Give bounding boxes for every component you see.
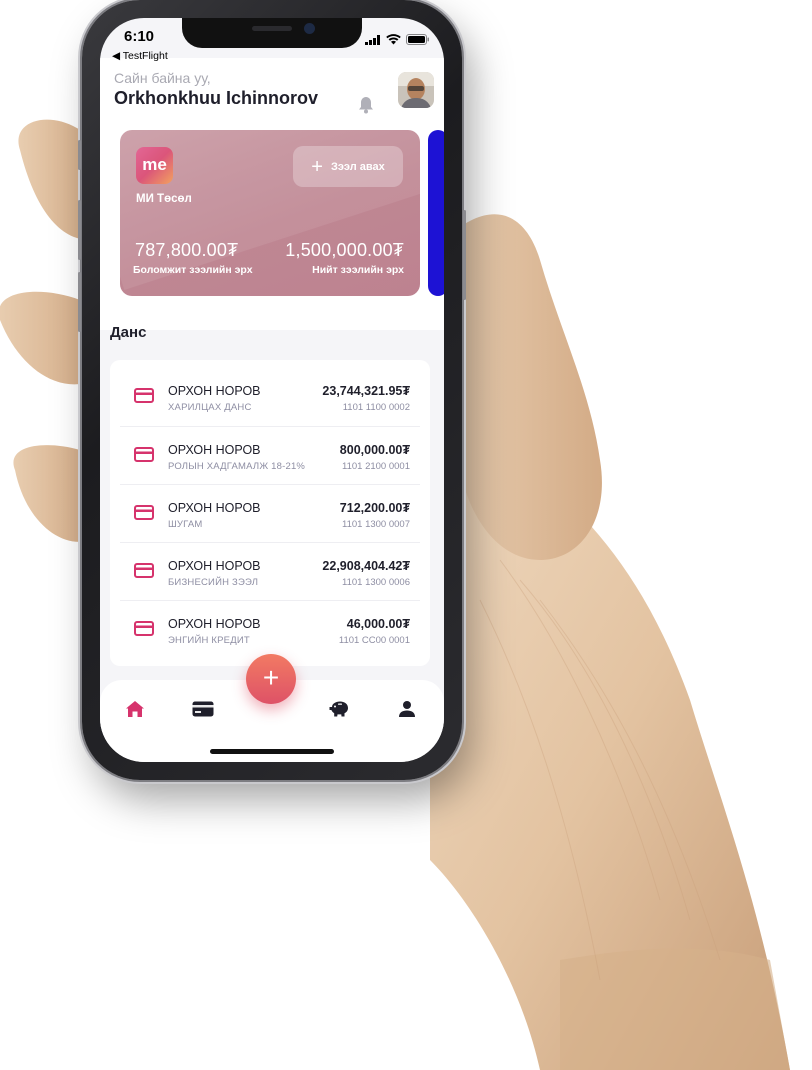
plus-icon: + [311,155,323,178]
apply-loan-button[interactable]: + Зээл авах [293,146,403,187]
signal-icon [365,34,380,45]
account-balance: 800,000.00₮ [339,443,410,457]
piggy-bank-icon [329,701,348,717]
cards-tab[interactable] [190,696,216,722]
account-row[interactable]: ОРХОН НОРОВ ЭНГИЙН КРЕДИТ 46,000.00₮ 110… [120,600,420,658]
home-tab[interactable] [122,696,148,722]
accounts-section-title: Данс [110,324,147,341]
credit-card-icon [134,505,154,525]
card-icon [192,701,214,717]
account-number: 1101 1300 0006 [342,577,410,588]
avatar[interactable] [398,72,434,108]
app-header: Сайн байна уу, Orkhonkhuu Ichinnorov [100,58,444,130]
account-balance: 46,000.00₮ [346,617,410,631]
account-number: 1101 2100 0001 [342,461,410,472]
phone-frame: Сайн байна уу, Orkhonkhuu Ichinnorov 6:1… [78,0,466,780]
account-balance: 22,908,404.42₮ [322,559,410,573]
battery-icon [406,34,429,45]
account-holder-name: ОРХОН НОРОВ [168,559,261,573]
total-loan-amount: 1,500,000.00₮ [285,240,404,260]
account-holder-name: ОРХОН НОРОВ [168,384,261,398]
volume-up-button [78,200,81,260]
account-type: РОЛЫН ХАДГАМАЛЖ 18-21% [168,461,306,472]
card-product-name: МИ Төсөл [136,193,192,205]
account-type: БИЗНЕСИЙН ЗЭЭЛ [168,577,259,588]
account-balance: 712,200.00₮ [339,501,410,515]
total-loan-label: Нийт зээлийн эрх [312,264,404,276]
profile-icon [399,701,415,717]
notification-bell-icon[interactable] [358,96,374,119]
account-type: ЭНГИЙН КРЕДИТ [168,635,250,646]
home-icon [126,701,144,717]
credit-card-icon [134,563,154,583]
profile-tab[interactable] [394,696,420,722]
user-name: Orkhonkhuu Ichinnorov [114,88,319,108]
wifi-icon [386,34,401,45]
account-number: 1101 1300 0007 [342,519,410,530]
loan-card[interactable]: me МИ Төсөл + Зээл авах 787,800.00₮ Боло… [120,130,420,296]
power-button [463,210,466,300]
mute-switch [78,140,81,170]
account-balance: 23,744,321.95₮ [322,384,410,398]
app-screen: Сайн байна уу, Orkhonkhuu Ichinnorov 6:1… [100,18,444,762]
account-row[interactable]: ОРХОН НОРОВ ШУГАМ 712,200.00₮ 1101 1300 … [120,484,420,542]
status-time: 6:10 [124,28,155,45]
account-row[interactable]: ОРХОН НОРОВ БИЗНЕСИЙН ЗЭЭЛ 22,908,404.42… [120,542,420,600]
credit-card-icon [134,388,154,408]
account-type: ХАРИЛЦАХ ДАНС [168,402,252,413]
cards-carousel[interactable]: me МИ Төсөл + Зээл авах 787,800.00₮ Боло… [100,130,444,330]
account-holder-name: ОРХОН НОРОВ [168,443,261,457]
apply-loan-label: Зээл авах [330,160,385,173]
accounts-list: ОРХОН НОРОВ ХАРИЛЦАХ ДАНС 23,744,321.95₮… [110,360,430,666]
available-loan-amount: 787,800.00₮ [135,240,239,260]
me-logo: me [136,147,173,184]
account-number: 1101 СС00 0001 [338,635,410,646]
greeting-text: Сайн байна уу, [114,70,211,86]
account-number: 1101 1100 0002 [342,402,410,413]
status-icons [365,34,430,45]
account-holder-name: ОРХОН НОРОВ [168,617,261,631]
account-holder-name: ОРХОН НОРОВ [168,501,261,515]
next-card-peek[interactable] [428,130,444,296]
testflight-back-link[interactable]: ◀ TestFlight [112,50,168,62]
notch [182,18,362,48]
savings-tab[interactable] [326,696,352,722]
volume-down-button [78,272,81,332]
add-action-button[interactable]: + [246,654,296,704]
account-row[interactable]: ОРХОН НОРОВ РОЛЫН ХАДГАМАЛЖ 18-21% 800,0… [120,426,420,484]
home-indicator [210,749,334,754]
account-type: ШУГАМ [168,519,203,530]
credit-card-icon [134,621,154,641]
available-loan-label: Боломжит зээлийн эрх [133,264,253,276]
credit-card-icon [134,447,154,467]
account-row[interactable]: ОРХОН НОРОВ ХАРИЛЦАХ ДАНС 23,744,321.95₮… [120,368,420,425]
